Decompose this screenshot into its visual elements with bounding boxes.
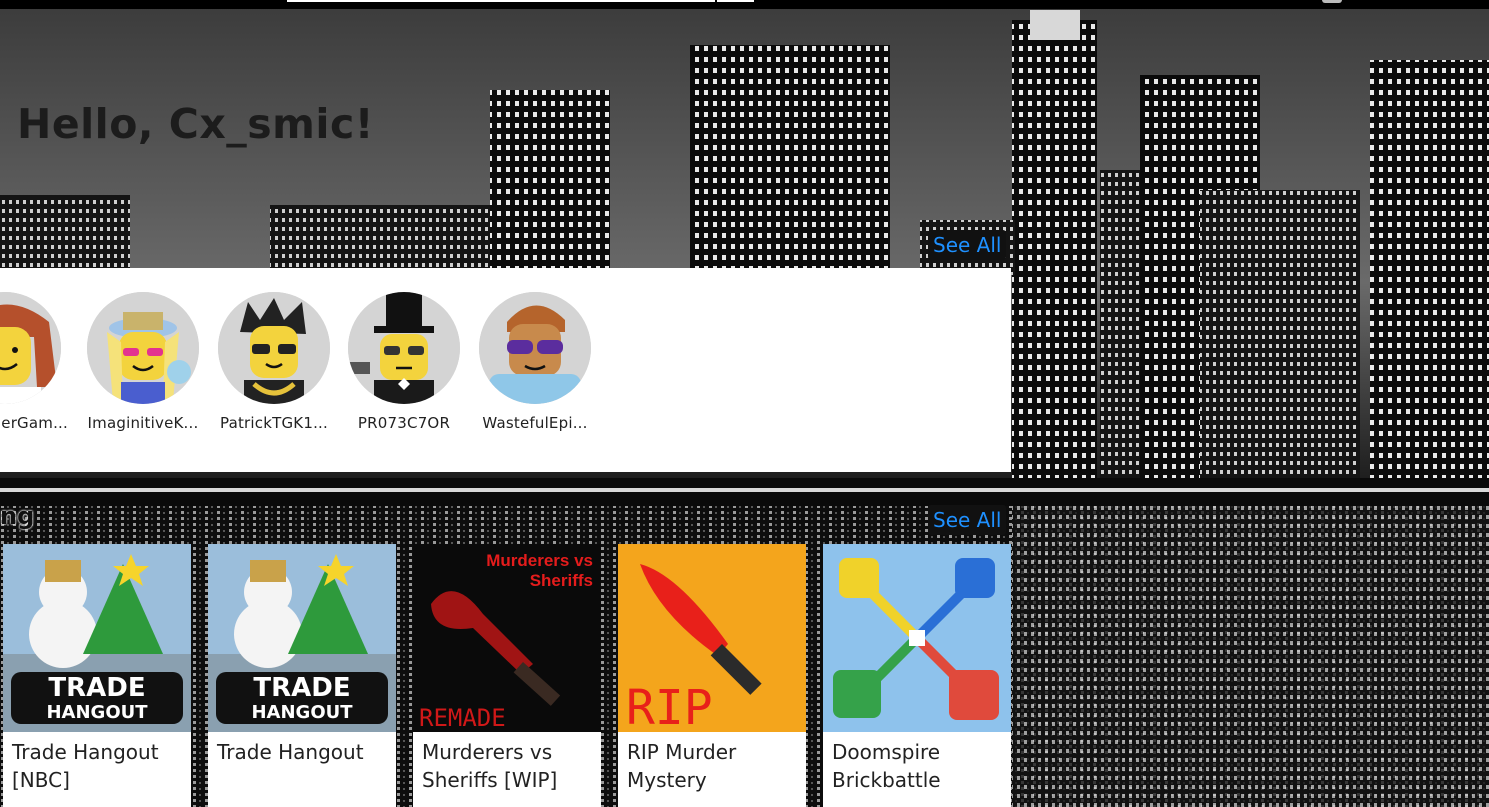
game-card[interactable]: Doomspire Brickbattle xyxy=(823,544,1011,807)
thumb-text: HANGOUT xyxy=(46,702,148,723)
game-name: Murderers vs Sheriffs [WIP] xyxy=(422,740,558,792)
game-card[interactable]: TRADE HANGOUT Trade Hangout [NBC] xyxy=(3,544,191,807)
greeting-title: Hello, Cx_smic! xyxy=(17,100,374,148)
game-card[interactable]: RIP RIP Murder Mystery xyxy=(618,544,806,807)
thumb-text: TRADE xyxy=(48,673,145,703)
friend-name: erGam... xyxy=(1,414,68,432)
game-name: Trade Hangout xyxy=(217,740,364,764)
friends-see-all-button[interactable]: See All xyxy=(928,230,1007,260)
thumb-text: HANGOUT xyxy=(251,702,353,723)
avatar[interactable] xyxy=(87,292,199,404)
friend-name: WastefulEpi... xyxy=(482,414,588,432)
avatar[interactable] xyxy=(479,292,591,404)
section-title: ng xyxy=(0,502,35,530)
friends-panel: erGam... ImaginitiveK... PatrickTGK1... … xyxy=(0,268,1011,472)
thumb-text: Sheriffs xyxy=(530,571,593,590)
friend-name: ImaginitiveK... xyxy=(87,414,199,432)
game-name: Trade Hangout [NBC] xyxy=(12,740,159,792)
game-thumbnail[interactable]: TRADE HANGOUT xyxy=(208,544,396,732)
game-thumbnail[interactable]: TRADE HANGOUT xyxy=(3,544,191,732)
friend-tile[interactable]: erGam... xyxy=(0,292,68,432)
thumb-text: RIP xyxy=(626,680,713,732)
game-card[interactable]: TRADE HANGOUT Trade Hangout xyxy=(208,544,396,807)
thumb-text: Murderers vs xyxy=(486,551,593,570)
friend-tile[interactable]: ImaginitiveK... xyxy=(80,292,206,432)
games-see-all-button[interactable]: See All xyxy=(928,505,1007,535)
game-name: Doomspire Brickbattle xyxy=(832,740,941,792)
game-thumbnail[interactable]: Murderers vs Sheriffs REMADE xyxy=(413,544,601,732)
search-button[interactable] xyxy=(717,0,754,2)
thumb-text: TRADE xyxy=(253,673,350,703)
friend-tile[interactable]: PR073C7OR xyxy=(341,292,467,432)
top-nav-bar xyxy=(0,0,1489,9)
game-thumbnail[interactable] xyxy=(823,544,1011,732)
avatar[interactable] xyxy=(218,292,330,404)
avatar[interactable] xyxy=(348,292,460,404)
friend-tile[interactable]: WastefulEpi... xyxy=(472,292,598,432)
thumb-text: REMADE xyxy=(419,704,506,732)
game-thumbnail[interactable]: RIP xyxy=(618,544,806,732)
game-name: RIP Murder Mystery xyxy=(627,740,737,792)
friend-tile[interactable]: PatrickTGK1... xyxy=(211,292,337,432)
settings-icon[interactable] xyxy=(1322,0,1342,3)
search-input[interactable] xyxy=(287,0,715,2)
friend-name: PatrickTGK1... xyxy=(220,414,328,432)
avatar[interactable] xyxy=(0,292,61,404)
friend-name: PR073C7OR xyxy=(357,414,451,432)
game-card[interactable]: Murderers vs Sheriffs REMADE Murderers v… xyxy=(413,544,601,807)
